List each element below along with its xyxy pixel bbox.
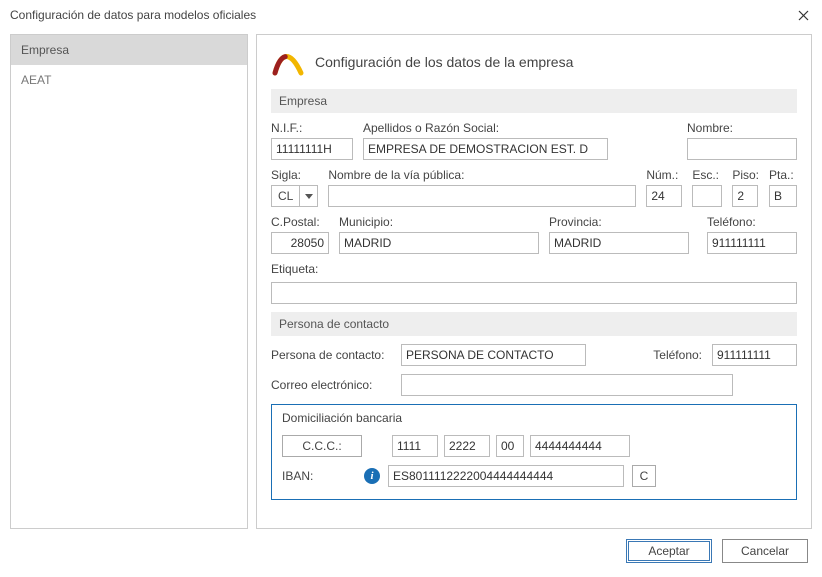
sidebar-item-empresa[interactable]: Empresa (11, 35, 247, 65)
ccc-dc-input[interactable] (496, 435, 524, 457)
mun-input[interactable] (339, 232, 539, 254)
via-input[interactable] (328, 185, 636, 207)
piso-label: Piso: (732, 168, 759, 182)
sigla-value: CL (278, 189, 293, 203)
contact-input[interactable] (401, 344, 586, 366)
ccc-bank-input[interactable] (392, 435, 438, 457)
piso-input[interactable] (732, 185, 758, 207)
cp-input[interactable] (271, 232, 329, 254)
ccc-button[interactable]: C.C.C.: (282, 435, 362, 457)
num-label: Núm.: (646, 168, 682, 182)
iban-label: IBAN: (282, 469, 356, 483)
bank-fieldset: Domiciliación bancaria C.C.C.: IBAN: i C (271, 404, 797, 500)
cancel-button[interactable]: Cancelar (722, 539, 808, 563)
razon-label: Apellidos o Razón Social: (363, 121, 608, 135)
dialog-footer: Aceptar Cancelar (0, 533, 822, 573)
section-title-empresa: Empresa (271, 89, 797, 113)
section-title-contacto: Persona de contacto (271, 312, 797, 336)
sigla-select[interactable]: CL (271, 185, 318, 207)
sigla-label: Sigla: (271, 168, 318, 182)
mun-label: Municipio: (339, 215, 539, 229)
iban-calc-button[interactable]: C (632, 465, 656, 487)
contact-label: Persona de contacto: (271, 348, 391, 362)
razon-input[interactable] (363, 138, 608, 160)
ccc-office-input[interactable] (444, 435, 490, 457)
sidebar-item-aeat[interactable]: AEAT (11, 65, 247, 95)
nombre-input[interactable] (687, 138, 797, 160)
section-title-bank: Domiciliación bancaria (282, 411, 786, 425)
sidebar-item-label: AEAT (21, 73, 51, 87)
close-icon[interactable] (794, 6, 812, 24)
sidebar-item-label: Empresa (21, 43, 69, 57)
ccc-account-input[interactable] (530, 435, 630, 457)
etiqueta-input[interactable] (271, 282, 797, 304)
etiqueta-label: Etiqueta: (271, 262, 797, 276)
page-heading: Configuración de los datos de la empresa (315, 54, 573, 70)
esc-input[interactable] (692, 185, 722, 207)
nombre-label: Nombre: (687, 121, 797, 135)
email-input[interactable] (401, 374, 733, 396)
sidebar: Empresa AEAT (10, 34, 248, 529)
title-bar: Configuración de datos para modelos ofic… (0, 0, 822, 28)
cp-label: C.Postal: (271, 215, 329, 229)
email-label: Correo electrónico: (271, 378, 391, 392)
iban-input[interactable] (388, 465, 624, 487)
agency-logo (271, 45, 305, 79)
esc-label: Esc.: (692, 168, 722, 182)
num-input[interactable] (646, 185, 682, 207)
prov-label: Provincia: (549, 215, 689, 229)
prov-input[interactable] (549, 232, 689, 254)
accept-button[interactable]: Aceptar (626, 539, 712, 563)
window-title: Configuración de datos para modelos ofic… (10, 8, 256, 22)
contact-tel-label: Teléfono: (653, 348, 702, 362)
tel-label: Teléfono: (707, 215, 797, 229)
nif-input[interactable] (271, 138, 353, 160)
nif-label: N.I.F.: (271, 121, 353, 135)
tel-input[interactable] (707, 232, 797, 254)
pta-input[interactable] (769, 185, 797, 207)
main-panel: Configuración de los datos de la empresa… (256, 34, 812, 529)
chevron-down-icon[interactable] (300, 185, 318, 207)
via-label: Nombre de la vía pública: (328, 168, 636, 182)
info-icon[interactable]: i (364, 468, 380, 484)
contact-tel-input[interactable] (712, 344, 797, 366)
pta-label: Pta.: (769, 168, 797, 182)
